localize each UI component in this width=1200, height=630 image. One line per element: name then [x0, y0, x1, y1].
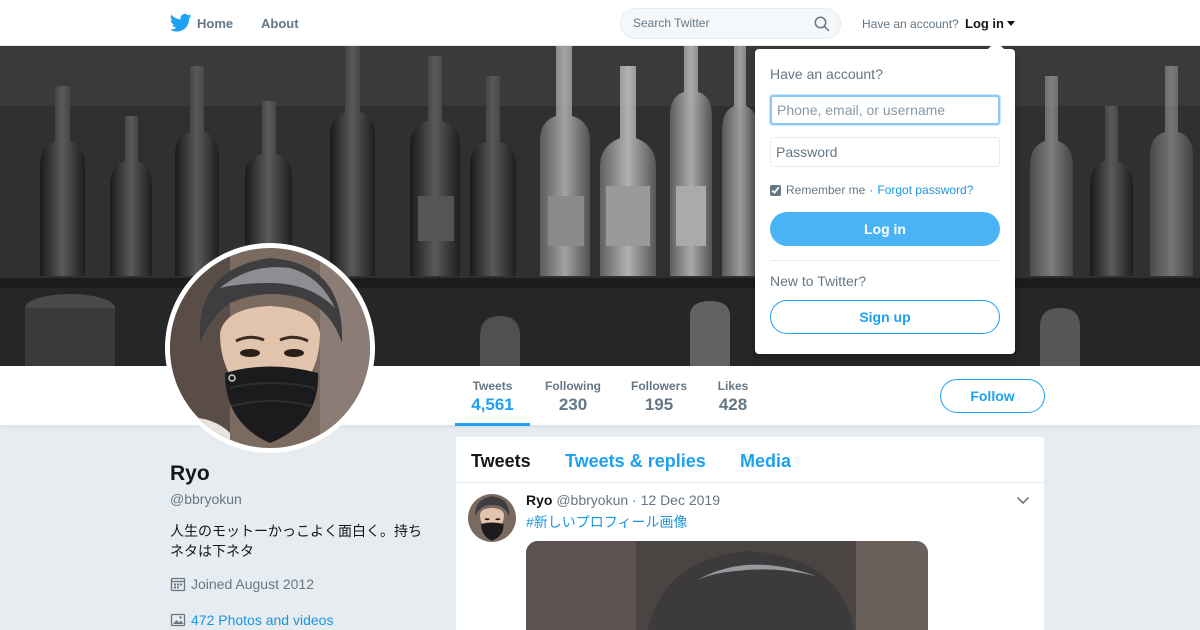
- chevron-down-icon[interactable]: [1017, 497, 1029, 505]
- stat-label: Likes: [717, 379, 749, 393]
- tweet-author-name[interactable]: Ryo: [526, 492, 552, 508]
- remember-separator: ·: [869, 183, 874, 197]
- remember-checkbox[interactable]: [770, 184, 781, 196]
- stat-value: 428: [718, 395, 748, 414]
- remember-row: Remember me · Forgot password?: [770, 183, 973, 197]
- stat-label: Following: [545, 379, 601, 393]
- timeline-tabs: Tweets Tweets & replies Media: [456, 437, 1044, 483]
- timeline: Tweets Tweets & replies Media Ryo @bbryo…: [456, 437, 1044, 630]
- photos-link[interactable]: 472 Photos and videos: [170, 612, 333, 628]
- tweet-author-handle[interactable]: @bbryokun: [556, 492, 628, 508]
- dropdown-divider: [770, 260, 1000, 261]
- tweet-avatar-photo: [468, 494, 516, 542]
- profile-bio: 人生のモットーかっこよく面白く。持ちネタは下ネタ: [170, 523, 422, 559]
- search-icon[interactable]: [814, 16, 830, 32]
- search-box[interactable]: [620, 8, 841, 39]
- tweet-header: Ryo @bbryokun · 12 Dec 2019: [526, 492, 720, 508]
- search-input[interactable]: [633, 16, 808, 30]
- joined-date: Joined August 2012: [170, 576, 314, 592]
- follow-button[interactable]: Follow: [940, 379, 1045, 413]
- login-dropdown: Have an account? Remember me · Forgot pa…: [755, 49, 1015, 354]
- tweet-avatar[interactable]: [468, 494, 516, 542]
- forgot-password-link[interactable]: Forgot password?: [877, 183, 973, 197]
- nav-home-link[interactable]: Home: [197, 16, 233, 31]
- username-field[interactable]: [770, 95, 1000, 125]
- profile-name[interactable]: Ryo: [170, 462, 210, 486]
- profile-handle[interactable]: @bbryokun: [170, 491, 242, 507]
- tweet-photo: [526, 541, 928, 630]
- signup-button[interactable]: Sign up: [770, 300, 1000, 334]
- stat-value: 230: [558, 395, 588, 414]
- login-button[interactable]: Log in: [770, 212, 1000, 246]
- stat-label: Followers: [630, 379, 687, 393]
- dropdown-title: Have an account?: [770, 66, 883, 82]
- have-account-text: Have an account?: [862, 17, 959, 31]
- twitter-bird-icon[interactable]: [170, 13, 192, 33]
- calendar-icon: [170, 577, 186, 592]
- tweet-date[interactable]: 12 Dec 2019: [641, 492, 720, 508]
- tweet-separator: ·: [632, 492, 637, 508]
- stat-value: 4,561: [471, 395, 514, 414]
- profile-avatar[interactable]: [165, 243, 375, 453]
- tab-tweets[interactable]: Tweets: [471, 451, 531, 472]
- photos-text[interactable]: 472 Photos and videos: [191, 612, 333, 628]
- caret-down-icon[interactable]: [1007, 21, 1015, 26]
- stat-following[interactable]: Following 230: [537, 366, 609, 426]
- stat-followers[interactable]: Followers 195: [623, 366, 695, 426]
- stat-likes[interactable]: Likes 428: [707, 366, 759, 426]
- remember-label[interactable]: Remember me: [786, 183, 865, 197]
- dropdown-caret: [988, 41, 1004, 49]
- nav-about-link[interactable]: About: [261, 16, 299, 31]
- joined-text: Joined August 2012: [191, 576, 314, 592]
- top-nav: Home About Have an account? Log in: [0, 0, 1200, 46]
- stat-tweets[interactable]: Tweets 4,561: [455, 366, 530, 426]
- tweet[interactable]: Ryo @bbryokun · 12 Dec 2019 #新しいプロフィール画像: [456, 484, 1044, 630]
- tab-tweets-replies[interactable]: Tweets & replies: [565, 451, 706, 472]
- password-field[interactable]: [770, 137, 1000, 167]
- tab-media[interactable]: Media: [740, 451, 791, 472]
- stat-label: Tweets: [472, 379, 513, 393]
- stat-value: 195: [644, 395, 674, 414]
- new-to-twitter-text: New to Twitter?: [770, 273, 867, 289]
- avatar-photo: [170, 248, 370, 448]
- tweet-hashtag[interactable]: #新しいプロフィール画像: [526, 512, 688, 532]
- tweet-media[interactable]: [526, 541, 928, 630]
- login-menu-link[interactable]: Log in: [965, 16, 1004, 31]
- image-icon: [170, 613, 186, 627]
